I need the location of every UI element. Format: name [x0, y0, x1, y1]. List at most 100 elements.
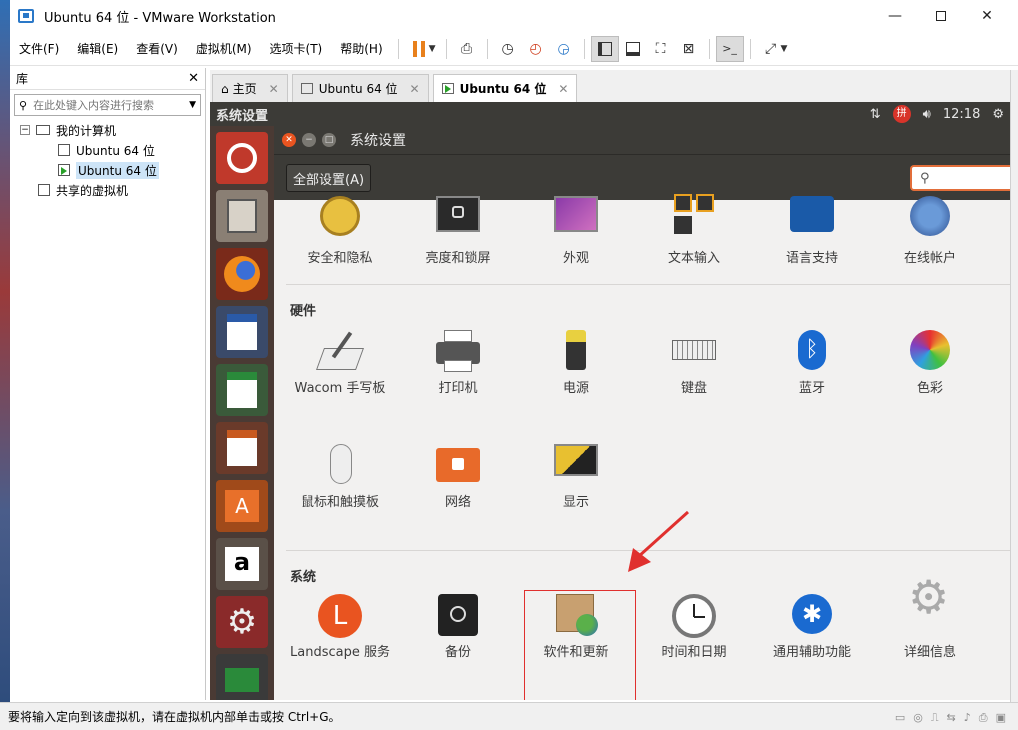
vm-console[interactable]: 系统设置 ⇅ 拼 🔊︎ 12:18 ⚙ A a ⚙ ✕ − □ 系统设置 全部设… [210, 102, 1010, 700]
tree-shared-vms[interactable]: 共享的虚拟机 [10, 180, 205, 200]
minimize-button[interactable]: — [872, 0, 918, 32]
launcher-settings[interactable]: ⚙ [216, 596, 268, 648]
revert-snapshot-button[interactable]: ◴ [522, 36, 550, 62]
item-keyboard[interactable]: 键盘 [640, 330, 748, 398]
all-settings-button[interactable]: 全部设置(A) [286, 164, 372, 192]
item-display[interactable]: 显示 [522, 444, 630, 512]
item-brightness-lock[interactable]: 亮度和锁屏 [404, 196, 512, 268]
snapshot-manager-button[interactable]: ◶ [550, 36, 578, 62]
settings-search-input[interactable] [935, 170, 1006, 186]
display-icon [554, 444, 598, 488]
thumbnail-icon [625, 41, 640, 56]
input-method-icon[interactable]: 拼 [892, 105, 911, 123]
desktop-background-right [1010, 70, 1018, 710]
send-ctrl-alt-del-button[interactable]: ⎙ [453, 36, 481, 62]
file-cabinet-icon [227, 199, 257, 233]
item-mouse-touchpad[interactable]: 鼠标和触摸板 [286, 444, 394, 512]
menu-edit[interactable]: 编辑(E) [68, 40, 127, 57]
launcher-more[interactable] [216, 654, 268, 700]
settings-maximize-icon[interactable]: □ [322, 133, 336, 147]
display-status-icon[interactable]: ▣ [996, 711, 1006, 725]
panel-title: 系统设置 [216, 108, 269, 124]
battery-icon [554, 330, 598, 374]
item-power[interactable]: 电源 [522, 330, 630, 398]
settings-close-icon[interactable]: ✕ [282, 133, 296, 147]
item-network[interactable]: 网络 [404, 444, 512, 512]
unity-button[interactable]: ⊠ [675, 36, 703, 62]
collapse-icon[interactable]: − [20, 125, 30, 135]
close-button[interactable]: ✕ [964, 0, 1010, 32]
network-send-icon: ⎙ [460, 40, 473, 57]
ubuntu-logo-icon [227, 143, 257, 173]
snapshot-button[interactable]: ◷ [494, 36, 522, 62]
library-search-input[interactable] [33, 98, 174, 112]
tab-close-icon[interactable]: ✕ [410, 82, 420, 96]
library-close-icon[interactable]: ✕ [188, 71, 199, 86]
fullscreen-button[interactable]: ⛶ [647, 36, 675, 62]
clock[interactable]: 12:18 [943, 107, 980, 122]
system-settings-icon: ⚙ [226, 602, 258, 642]
ubuntu-launcher: A a ⚙ [210, 126, 274, 700]
printer-status-icon[interactable]: ⎙ [979, 711, 988, 725]
launcher-impress[interactable] [216, 422, 268, 474]
launcher-firefox[interactable] [216, 248, 268, 300]
settings-search[interactable]: ⚲ [910, 165, 1010, 191]
settings-minimize-icon[interactable]: − [302, 133, 316, 147]
item-text-entry[interactable]: 文本输入 [640, 194, 748, 268]
launcher-calc[interactable] [216, 364, 268, 416]
menu-view[interactable]: 查看(V) [127, 40, 187, 57]
tree-vm-1[interactable]: Ubuntu 64 位 [10, 140, 205, 160]
tree-my-computer[interactable]: − 我的计算机 [10, 120, 205, 140]
item-color[interactable]: 色彩 [876, 330, 984, 398]
launcher-files[interactable] [216, 190, 268, 242]
device-status-icons: ▭ ◎ ⎍ ⇆ ♪ ⎙ ▣ [895, 711, 1006, 725]
item-landscape[interactable]: L Landscape 服务 [286, 594, 394, 662]
maximize-button[interactable] [918, 0, 964, 32]
pause-dropdown-icon[interactable]: ▼ [429, 44, 436, 54]
tab-ubuntu-1[interactable]: Ubuntu 64 位 ✕ [291, 74, 429, 102]
show-library-button[interactable] [590, 35, 619, 62]
menu-tabs[interactable]: 选项卡(T) [261, 40, 332, 57]
item-time-date[interactable]: 时间和日期 [640, 594, 748, 662]
hdd-icon[interactable]: ▭ [895, 711, 905, 725]
menu-help[interactable]: 帮助(H) [331, 40, 391, 57]
usb-icon[interactable]: ⇆ [947, 711, 956, 725]
landscape-icon: L [318, 594, 362, 638]
item-appearance[interactable]: 外观 [522, 196, 630, 268]
tab-close-icon[interactable]: ✕ [269, 82, 279, 96]
menu-file[interactable]: 文件(F) [10, 40, 68, 57]
tree-label: Ubuntu 64 位 [76, 161, 159, 179]
language-flag-icon [790, 196, 834, 244]
cdrom-icon[interactable]: ◎ [913, 711, 923, 725]
console-view-button[interactable]: >_ [715, 35, 744, 62]
launcher-dash[interactable] [216, 132, 268, 184]
item-online-accounts[interactable]: 在线帐户 [876, 196, 984, 268]
item-wacom[interactable]: Wacom 手写板 [286, 330, 394, 398]
tab-home[interactable]: ⌂ 主页 ✕ [212, 74, 288, 102]
item-bluetooth[interactable]: ᛒ 蓝牙 [758, 330, 866, 398]
item-accessibility[interactable]: ✱ 通用辅助功能 [758, 594, 866, 662]
tree-vm-2[interactable]: Ubuntu 64 位 [10, 160, 205, 180]
launcher-amazon[interactable]: a [216, 538, 268, 590]
launcher-writer[interactable] [216, 306, 268, 358]
volume-icon[interactable]: 🔊︎ [923, 107, 931, 122]
item-details[interactable]: ⚙ 详细信息 [876, 574, 984, 662]
network-adapter-icon[interactable]: ⎍ [931, 711, 939, 725]
item-security-privacy[interactable]: 安全和隐私 [286, 196, 394, 268]
stretch-dropdown-icon[interactable]: ▼ [781, 44, 788, 54]
menu-vm[interactable]: 虚拟机(M) [187, 40, 261, 57]
library-search[interactable]: ⚲ ▼ [14, 94, 201, 116]
sound-icon[interactable]: ♪ [964, 711, 971, 725]
maximize-icon [936, 11, 946, 21]
network-icon[interactable]: ⇅ [870, 107, 881, 122]
thumbnail-bar-button[interactable] [619, 36, 647, 62]
gear-icon[interactable]: ⚙ [992, 107, 1004, 122]
tab-ubuntu-2[interactable]: Ubuntu 64 位 ✕ [432, 74, 578, 102]
item-language-support[interactable]: 语言支持 [758, 196, 866, 268]
color-wheel-icon [908, 330, 952, 374]
launcher-software-center[interactable]: A [216, 480, 268, 532]
tab-close-icon[interactable]: ✕ [558, 82, 568, 96]
search-dropdown-icon[interactable]: ▼ [189, 100, 196, 110]
item-printer[interactable]: 打印机 [404, 330, 512, 398]
item-backup[interactable]: 备份 [404, 594, 512, 662]
